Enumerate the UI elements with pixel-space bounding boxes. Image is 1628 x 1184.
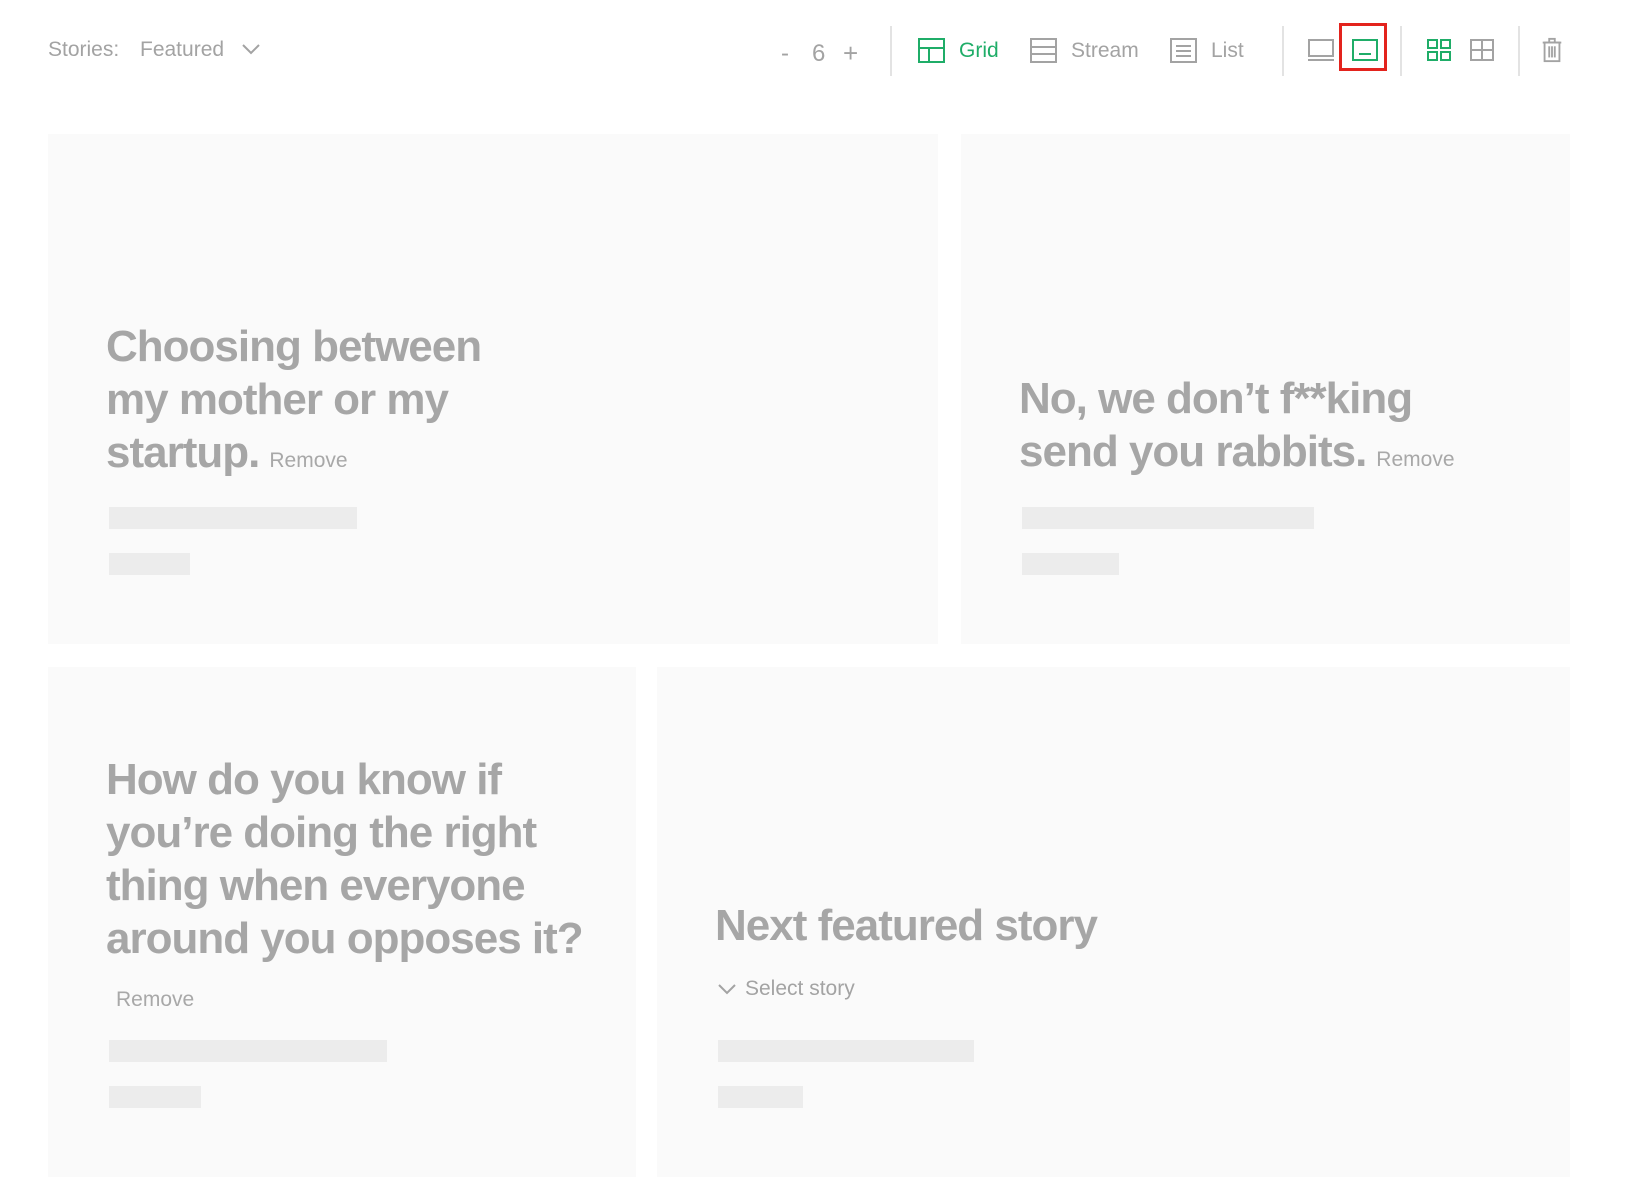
decrease-count-button[interactable]: - bbox=[781, 40, 789, 68]
image-top-layout-button[interactable] bbox=[1301, 30, 1341, 70]
stream-layout-icon bbox=[1030, 38, 1057, 63]
stories-label: Stories: bbox=[48, 38, 120, 61]
table-grid-button[interactable] bbox=[1462, 30, 1502, 70]
grid-layout-icon bbox=[918, 38, 945, 63]
list-layout-icon bbox=[1170, 38, 1197, 63]
toolbar-divider bbox=[1518, 26, 1520, 76]
table-grid-icon bbox=[1470, 39, 1494, 61]
stream-mode-label: Stream bbox=[1071, 38, 1139, 62]
increase-count-button[interactable]: + bbox=[843, 40, 858, 66]
grid-mode-button[interactable]: Grid bbox=[918, 38, 999, 63]
four-grid-icon bbox=[1427, 39, 1451, 61]
image-top-layout-icon bbox=[1308, 39, 1334, 61]
toolbar-divider bbox=[1282, 26, 1284, 76]
selection-highlight bbox=[1339, 23, 1387, 71]
remove-story-button[interactable]: Remove bbox=[1376, 448, 1454, 471]
story-title: Choosing between my mother or my startup… bbox=[106, 322, 482, 477]
next-story-card[interactable]: Next featured story Select story bbox=[657, 667, 1570, 1177]
chevron-down-icon bbox=[718, 984, 736, 995]
remove-story-button[interactable]: Remove bbox=[116, 988, 194, 1011]
stories-filter-dropdown[interactable]: Featured bbox=[140, 38, 224, 62]
select-story-dropdown[interactable]: Select story bbox=[717, 977, 855, 1001]
story-title: Next featured story bbox=[715, 901, 1098, 950]
placeholder-bar bbox=[1022, 507, 1314, 529]
delete-button[interactable] bbox=[1532, 30, 1572, 70]
chevron-down-icon[interactable] bbox=[240, 38, 262, 60]
toolbar-divider bbox=[890, 26, 892, 76]
placeholder-bar bbox=[718, 1086, 803, 1108]
grid-mode-label: Grid bbox=[959, 38, 999, 62]
placeholder-bar bbox=[109, 1086, 201, 1108]
list-mode-label: List bbox=[1211, 38, 1244, 62]
story-card[interactable]: Choosing between my mother or my startup… bbox=[48, 134, 938, 644]
story-card[interactable]: No, we don’t f**king send you rabbits. Re… bbox=[961, 134, 1570, 644]
stream-mode-button[interactable]: Stream bbox=[1030, 38, 1139, 63]
placeholder-bar bbox=[1022, 553, 1119, 575]
story-card[interactable]: How do you know if you’re doing the righ… bbox=[48, 667, 636, 1177]
toolbar-divider bbox=[1400, 26, 1402, 76]
trash-icon bbox=[1542, 37, 1562, 63]
story-count: 6 bbox=[812, 40, 826, 67]
story-title: How do you know if you’re doing the righ… bbox=[106, 755, 584, 1011]
four-grid-button[interactable] bbox=[1419, 30, 1459, 70]
story-title: No, we don’t f**king send you rabbits. Re… bbox=[1019, 374, 1455, 476]
placeholder-bar bbox=[109, 507, 357, 529]
placeholder-bar bbox=[718, 1040, 974, 1062]
remove-story-button[interactable]: Remove bbox=[269, 449, 347, 472]
placeholder-bar bbox=[109, 1040, 387, 1062]
list-mode-button[interactable]: List bbox=[1170, 38, 1244, 63]
select-story-label: Select story bbox=[745, 977, 855, 1000]
placeholder-bar bbox=[109, 553, 190, 575]
